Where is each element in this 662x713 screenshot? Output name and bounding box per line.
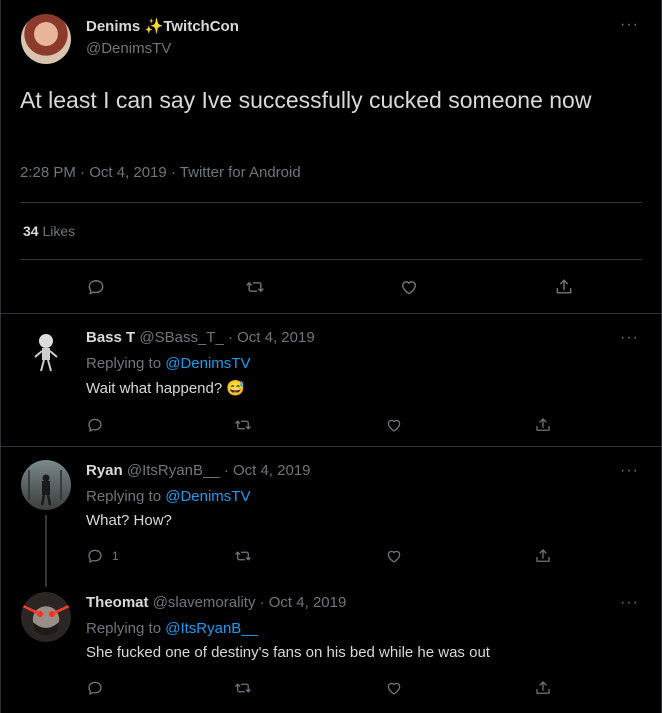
author-handle-date[interactable]: @ItsRyanB__ · Oct 4, 2019 [127, 462, 311, 479]
reply-icon [88, 418, 102, 432]
more-options-icon[interactable]: ··· [620, 17, 639, 33]
replying-prefix: Replying to [86, 620, 162, 637]
reply-button[interactable] [86, 413, 110, 437]
share-button[interactable] [534, 544, 558, 568]
like-icon [402, 281, 416, 295]
replying-to: Replying to @DenimsTV [86, 355, 250, 372]
cartoon-avatar-image [34, 334, 58, 372]
reply-button[interactable] [86, 676, 110, 700]
like-button[interactable] [385, 413, 409, 437]
share-button[interactable] [534, 413, 558, 437]
reply-action-bar [1, 676, 661, 702]
reply-button[interactable] [86, 275, 110, 299]
avatar[interactable] [21, 592, 71, 642]
reply-text: Wait what happend? [86, 380, 223, 397]
share-icon [556, 279, 572, 294]
reply-action-bar: 1 [1, 544, 661, 570]
reply-icon [88, 549, 102, 563]
retweet-icon [246, 282, 264, 292]
like-icon [387, 419, 401, 432]
more-options-icon[interactable]: ··· [620, 463, 639, 479]
retweet-icon [235, 420, 251, 430]
sparkle-icon: ✨ [144, 18, 164, 35]
reply-button[interactable]: 1 [86, 544, 136, 568]
like-button[interactable] [385, 676, 409, 700]
tweet-timestamp[interactable]: 2:28 PM · Oct 4, 2019 · Twitter for Andr… [20, 164, 301, 181]
main-tweet: Denims ✨TwitchCon @DenimsTV ··· At least… [1, 0, 661, 314]
sweat-smile-emoji: 😅 [226, 380, 246, 397]
like-icon [387, 682, 401, 695]
author-line: Denims ✨TwitchCon [86, 17, 239, 36]
reply-count: 1 [112, 549, 119, 563]
reply-author-line: Bass T @SBass_T_ · Oct 4, 2019 [86, 329, 315, 346]
divider [20, 259, 642, 260]
avatar[interactable] [21, 327, 71, 377]
share-button[interactable] [534, 676, 558, 700]
main-action-bar [1, 275, 661, 301]
avatar[interactable] [21, 14, 71, 64]
replying-to-link[interactable]: @DenimsTV [165, 488, 250, 505]
likes-stat[interactable]: 34 Likes [23, 223, 75, 239]
reply-tweet[interactable]: Ryan @ItsRyanB__ · Oct 4, 2019 ··· Reply… [1, 448, 661, 580]
share-icon [536, 418, 550, 431]
reply-author-line: Ryan @ItsRyanB__ · Oct 4, 2019 [86, 462, 311, 479]
author-name[interactable]: Bass T [86, 329, 135, 346]
retweet-icon [235, 683, 251, 693]
likes-count: 34 [23, 223, 39, 239]
replying-prefix: Replying to [86, 355, 162, 372]
reply-author-line: Theomat @slavemorality · Oct 4, 2019 [86, 594, 346, 611]
like-icon [387, 550, 401, 563]
author-name[interactable]: Theomat [86, 594, 149, 611]
reply-tweet[interactable]: Bass T @SBass_T_ · Oct 4, 2019 ··· Reply… [1, 315, 661, 447]
more-options-icon[interactable]: ··· [620, 595, 639, 611]
like-button[interactable] [399, 275, 423, 299]
retweet-button[interactable] [234, 544, 258, 568]
author-name-suffix[interactable]: TwitchCon [163, 18, 239, 35]
reply-text-line: Wait what happend? 😅 [86, 379, 245, 397]
photo-avatar-image [28, 470, 62, 506]
reply-tweet[interactable]: Theomat @slavemorality · Oct 4, 2019 ···… [1, 580, 661, 713]
author-name[interactable]: Ryan [86, 462, 123, 479]
replying-to-link[interactable]: @ItsRyanB__ [165, 620, 258, 637]
reply-icon [88, 280, 104, 295]
share-icon [536, 549, 550, 562]
tweet-thread: Denims ✨TwitchCon @DenimsTV ··· At least… [0, 0, 662, 713]
author-handle[interactable]: @DenimsTV [86, 40, 171, 57]
reply-text: She fucked one of destiny's fans on his … [86, 644, 490, 661]
replying-to: Replying to @DenimsTV [86, 488, 250, 505]
author-handle-date[interactable]: @SBass_T_ · Oct 4, 2019 [139, 329, 314, 346]
reply-action-bar [1, 413, 661, 439]
retweet-button[interactable] [234, 676, 258, 700]
replying-to-link[interactable]: @DenimsTV [165, 355, 250, 372]
divider [20, 202, 642, 203]
retweet-button[interactable] [245, 275, 269, 299]
replying-to: Replying to @ItsRyanB__ [86, 620, 258, 637]
author-handle-date[interactable]: @slavemorality · Oct 4, 2019 [153, 594, 347, 611]
like-button[interactable] [385, 544, 409, 568]
reply-icon [88, 681, 102, 695]
author-name[interactable]: Denims [86, 18, 140, 35]
reply-text: What? How? [86, 512, 172, 529]
share-button[interactable] [554, 275, 578, 299]
retweet-icon [235, 551, 251, 561]
more-options-icon[interactable]: ··· [620, 330, 639, 346]
tweet-text: At least I can say Ive successfully cuck… [20, 87, 592, 113]
replying-prefix: Replying to [86, 488, 162, 505]
avatar[interactable] [21, 460, 71, 510]
share-icon [536, 681, 550, 694]
retweet-button[interactable] [234, 413, 258, 437]
likes-label: Likes [42, 223, 76, 239]
laser-eyes-avatar-image [22, 604, 70, 635]
